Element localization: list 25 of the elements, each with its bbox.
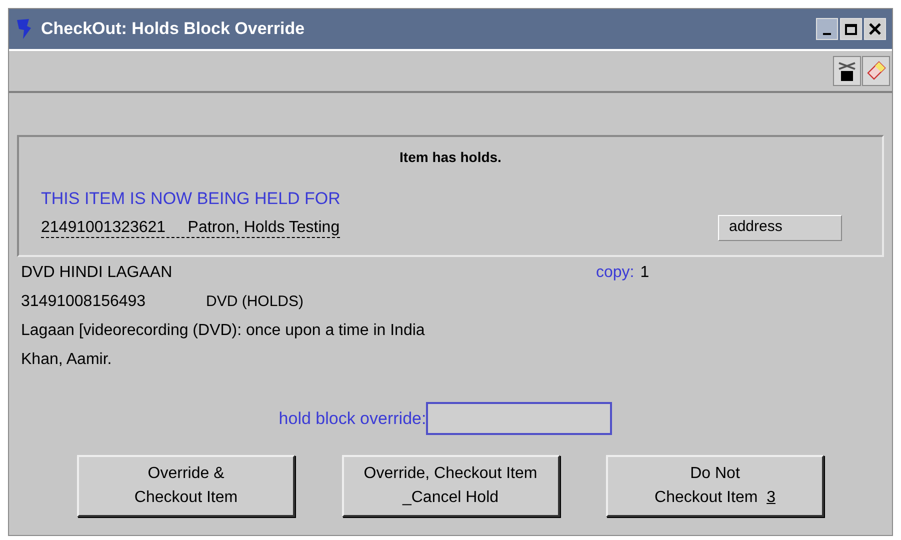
copy-number: 1 bbox=[640, 263, 650, 283]
patron-name: 21491001323621 Patron, Holds Testing bbox=[41, 218, 340, 238]
app-icon bbox=[15, 18, 33, 40]
item-title: DVD HINDI LAGAAN bbox=[21, 263, 174, 283]
item-barcode: 31491008156493 bbox=[21, 292, 147, 312]
window-title: CheckOut: Holds Block Override bbox=[41, 18, 306, 40]
override-field[interactable] bbox=[426, 402, 612, 435]
item-description: Lagaan [videorecording (DVD): once upon a time in India bbox=[21, 321, 426, 341]
action-button[interactable]: Override & Checkout Item bbox=[77, 455, 295, 517]
eraser-icon bbox=[865, 60, 887, 82]
item-type: DVD (HOLDS) bbox=[206, 292, 304, 312]
toolbar-button[interactable] bbox=[833, 56, 861, 86]
panel-heading: Item has holds. bbox=[398, 148, 502, 167]
action-button[interactable]: Override, Checkout Item _Cancel Hold bbox=[342, 455, 560, 517]
field-label: hold block override: bbox=[278, 408, 426, 430]
close-button[interactable] bbox=[864, 18, 886, 40]
minimize-button[interactable] bbox=[816, 18, 838, 40]
item-author: Khan, Aamir. bbox=[21, 350, 113, 370]
held-notice: THIS ITEM IS NOW BEING HELD FOR bbox=[41, 188, 342, 210]
address-button[interactable]: address bbox=[718, 214, 842, 240]
maximize-button[interactable] bbox=[840, 18, 862, 40]
copy-label: copy: bbox=[596, 263, 634, 283]
close-icon bbox=[869, 23, 881, 35]
trash-icon bbox=[837, 60, 857, 82]
action-button[interactable]: Do Not Checkout Item 3 bbox=[606, 455, 824, 517]
